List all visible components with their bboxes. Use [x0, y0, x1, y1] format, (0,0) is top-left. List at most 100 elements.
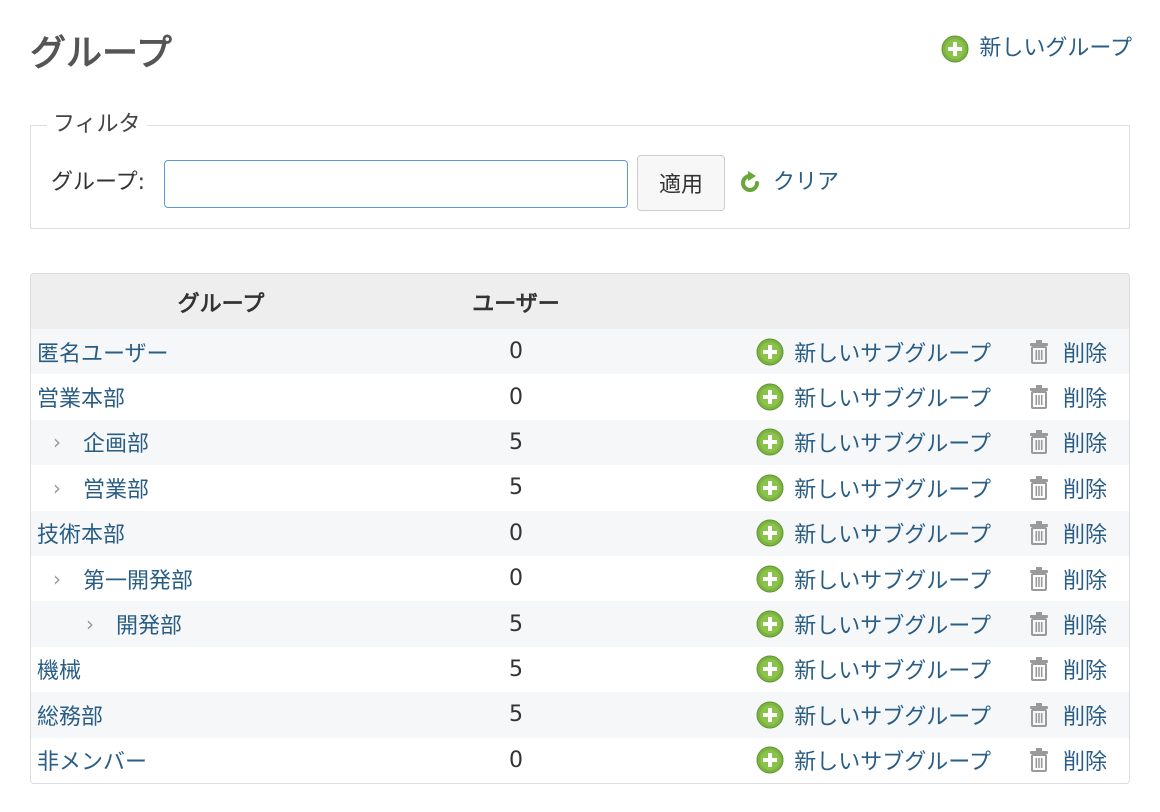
table-row: 営業本部 0 新しいサブグループ 削除 — [31, 374, 1129, 420]
delete-label: 削除 — [1062, 614, 1107, 640]
trash-icon — [1027, 702, 1051, 728]
new-subgroup-link[interactable]: 新しいサブグループ — [756, 744, 991, 776]
row-actions: 新しいサブグループ 削除 — [621, 608, 1129, 640]
delete-label: 削除 — [1062, 387, 1107, 413]
row-actions: 新しいサブグループ 削除 — [621, 336, 1129, 368]
filter-fieldset: フィルタ グループ: 適用 クリア — [30, 110, 1130, 229]
new-subgroup-label: 新しいサブグループ — [794, 523, 991, 549]
group-link[interactable]: 非メンバー — [37, 744, 147, 776]
chevron-right-icon: › — [53, 430, 61, 455]
user-count: 0 — [509, 339, 523, 365]
new-subgroup-link[interactable]: 新しいサブグループ — [756, 608, 991, 640]
new-subgroup-link[interactable]: 新しいサブグループ — [756, 653, 991, 685]
trash-icon — [1027, 384, 1051, 410]
group-link[interactable]: 企画部 — [83, 426, 149, 458]
new-subgroup-link[interactable]: 新しいサブグループ — [756, 336, 991, 368]
delete-link[interactable]: 削除 — [1027, 563, 1107, 595]
group-name-cell: › 第一開発部 — [31, 563, 411, 595]
chevron-right-icon: › — [86, 612, 94, 637]
table-row: 技術本部 0 新しいサブグループ 削除 — [31, 510, 1129, 556]
new-subgroup-link[interactable]: 新しいサブグループ — [756, 517, 991, 549]
delete-label: 削除 — [1062, 568, 1107, 594]
row-actions: 新しいサブグループ 削除 — [621, 744, 1129, 776]
group-link[interactable]: 営業本部 — [37, 381, 125, 413]
delete-link[interactable]: 削除 — [1027, 608, 1107, 640]
plus-circle-icon — [756, 701, 784, 729]
trash-icon — [1027, 656, 1051, 682]
plus-circle-icon — [756, 746, 784, 774]
delete-link[interactable]: 削除 — [1027, 426, 1107, 458]
group-link[interactable]: 総務部 — [37, 699, 103, 731]
new-subgroup-link[interactable]: 新しいサブグループ — [756, 563, 991, 595]
delete-link[interactable]: 削除 — [1027, 472, 1107, 504]
group-filter-input[interactable] — [164, 160, 628, 208]
group-link[interactable]: 開発部 — [116, 608, 182, 640]
group-name-cell: 技術本部 — [31, 517, 411, 549]
chevron-right-icon: › — [53, 566, 61, 591]
new-group-label: 新しいグループ — [979, 36, 1132, 61]
table-row: › 開発部 5 新しいサブグループ 削除 — [31, 601, 1129, 647]
group-name-cell: 総務部 — [31, 699, 411, 731]
user-count: 5 — [509, 611, 523, 637]
trash-icon — [1027, 520, 1051, 546]
plus-circle-icon — [756, 565, 784, 593]
new-subgroup-link[interactable]: 新しいサブグループ — [756, 426, 991, 458]
new-subgroup-link[interactable]: 新しいサブグループ — [756, 381, 991, 413]
delete-link[interactable]: 削除 — [1027, 517, 1107, 549]
delete-label: 削除 — [1062, 659, 1107, 685]
group-link[interactable]: 技術本部 — [37, 517, 125, 549]
table-body: 匿名ユーザー 0 新しいサブグループ 削除 営業本部 0 新しいサブグループ 削除 › 企画部 5 新… — [31, 329, 1129, 783]
apply-button[interactable]: 適用 — [637, 155, 725, 211]
new-subgroup-label: 新しいサブグループ — [794, 477, 991, 503]
trash-icon — [1027, 747, 1051, 773]
trash-icon — [1027, 429, 1051, 455]
plus-circle-icon — [756, 338, 784, 366]
new-subgroup-label: 新しいサブグループ — [794, 704, 991, 730]
group-name-cell: 機械 — [31, 653, 411, 685]
clear-link[interactable]: クリア — [737, 166, 839, 200]
delete-link[interactable]: 削除 — [1027, 381, 1107, 413]
trash-icon — [1027, 566, 1051, 592]
column-header-users: ユーザー — [472, 291, 560, 317]
delete-label: 削除 — [1062, 477, 1107, 503]
clear-label: クリア — [773, 170, 840, 195]
group-name-cell: 匿名ユーザー — [31, 336, 411, 368]
new-subgroup-label: 新しいサブグループ — [794, 614, 991, 640]
user-count: 0 — [509, 566, 523, 592]
group-link[interactable]: 第一開発部 — [83, 563, 193, 595]
row-actions: 新しいサブグループ 削除 — [621, 563, 1129, 595]
delete-link[interactable]: 削除 — [1027, 336, 1107, 368]
delete-link[interactable]: 削除 — [1027, 653, 1107, 685]
row-actions: 新しいサブグループ 削除 — [621, 517, 1129, 549]
table-row: › 第一開発部 0 新しいサブグループ 削除 — [31, 555, 1129, 602]
delete-label: 削除 — [1062, 750, 1107, 776]
new-subgroup-label: 新しいサブグループ — [794, 659, 991, 685]
user-count: 0 — [509, 384, 523, 410]
row-actions: 新しいサブグループ 削除 — [621, 699, 1129, 731]
groups-table: グループ ユーザー 匿名ユーザー 0 新しいサブグループ 削除 営業本部 0 新しいサブグル… — [30, 273, 1130, 784]
trash-icon — [1027, 339, 1051, 365]
delete-label: 削除 — [1062, 523, 1107, 549]
group-link[interactable]: 営業部 — [83, 472, 149, 504]
filter-legend: フィルタ — [47, 110, 147, 140]
group-link[interactable]: 機械 — [37, 653, 81, 685]
new-group-link[interactable]: 新しいグループ — [941, 34, 1132, 64]
trash-icon — [1027, 475, 1051, 501]
delete-label: 削除 — [1062, 341, 1107, 367]
new-subgroup-link[interactable]: 新しいサブグループ — [756, 699, 991, 731]
column-header-group: グループ — [177, 291, 265, 317]
new-subgroup-label: 新しいサブグループ — [794, 387, 991, 413]
reload-icon — [737, 170, 763, 196]
table-row: › 営業部 5 新しいサブグループ 削除 — [31, 465, 1129, 511]
delete-label: 削除 — [1062, 704, 1107, 730]
row-actions: 新しいサブグループ 削除 — [621, 426, 1129, 458]
plus-circle-icon — [756, 655, 784, 683]
delete-link[interactable]: 削除 — [1027, 744, 1107, 776]
group-link[interactable]: 匿名ユーザー — [37, 336, 169, 368]
page-title: グループ — [30, 33, 172, 74]
new-subgroup-link[interactable]: 新しいサブグループ — [756, 472, 991, 504]
group-name-cell: › 営業部 — [31, 472, 411, 504]
row-actions: 新しいサブグループ 削除 — [621, 381, 1129, 413]
delete-link[interactable]: 削除 — [1027, 699, 1107, 731]
row-actions: 新しいサブグループ 削除 — [621, 653, 1129, 685]
